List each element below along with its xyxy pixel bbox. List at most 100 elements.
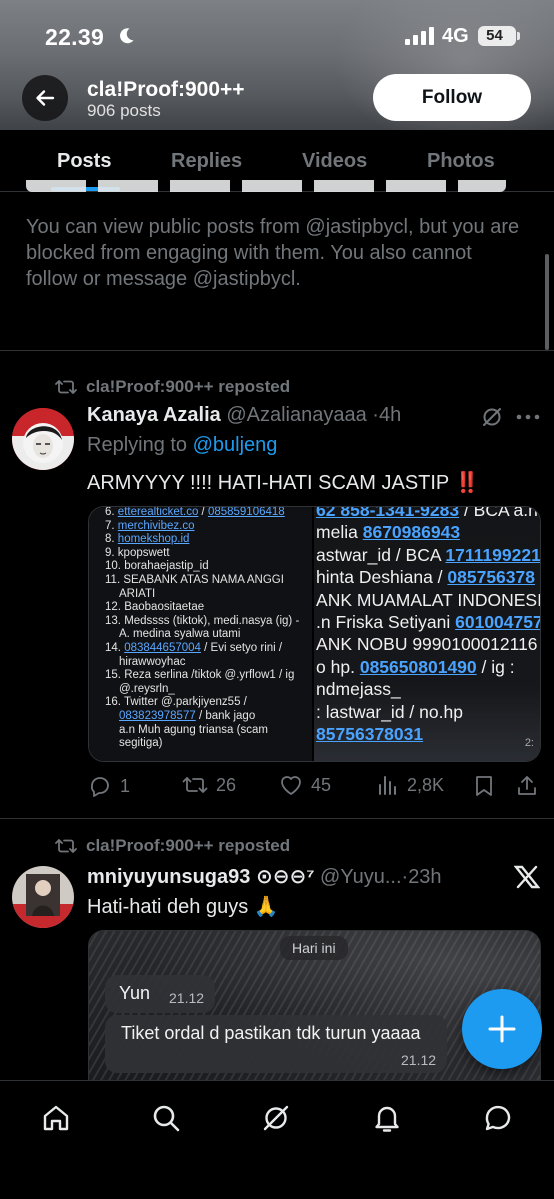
media-text-line: ARIATI xyxy=(105,588,308,602)
media-text-line: ANK NOBU 9990100012116 xyxy=(316,633,540,655)
media-text-fragment: 15. xyxy=(105,669,125,682)
media-text-fragment: / bank jago xyxy=(195,709,256,722)
post-author[interactable]: mniyuyunsuga93 ⊙⊖⊖⁷ @Yuyu...·23h xyxy=(87,864,442,889)
like-count: 45 xyxy=(311,774,332,795)
compose-button[interactable] xyxy=(462,989,542,1069)
profile-header: 22.39 4G 54 cla!Proof:900++ 906 posts Fo… xyxy=(0,0,554,130)
media-text-fragment: segitiga) xyxy=(119,737,163,750)
media-text-fragment: 9. xyxy=(105,546,118,559)
media-text-line: 85756378031 xyxy=(316,723,540,745)
media-text-fragment: hirawwoyhac xyxy=(119,655,186,668)
grok-icon[interactable] xyxy=(480,405,504,429)
media-text-fragment: / ig : xyxy=(476,656,515,677)
media-text-fragment: ANK MUAMALAT INDONESIA xyxy=(316,589,540,610)
repost-icon xyxy=(55,380,77,394)
media-text-line: ndmejass_ xyxy=(316,678,540,700)
nav-home[interactable] xyxy=(39,1101,73,1135)
share-icon[interactable] xyxy=(516,775,538,797)
media-text-line: 9. kpopswett xyxy=(105,547,308,561)
section-divider xyxy=(0,350,554,351)
reply-icon xyxy=(90,777,109,797)
back-button[interactable] xyxy=(22,75,68,121)
repost-button[interactable]: 26 xyxy=(182,774,236,796)
media-text-line: 12. Baobaositaetae xyxy=(105,601,308,615)
views-button[interactable]: 2,8K xyxy=(377,774,444,796)
tab-videos[interactable]: Videos xyxy=(302,150,367,173)
post-author[interactable]: Kanaya Azalia @Azalianayaaa ·4h xyxy=(87,404,401,427)
bottom-navigation xyxy=(0,1080,554,1199)
reply-button[interactable]: 1 xyxy=(88,774,130,798)
chat-bubble: Yun 21.12 xyxy=(105,975,215,1013)
tab-posts[interactable]: Posts xyxy=(57,150,111,173)
repost-indicator: cla!Proof:900++ reposted xyxy=(55,377,290,397)
media-text-fragment: o hp. xyxy=(316,656,360,677)
media-text-fragment: A. medina syalwa utami xyxy=(119,628,241,641)
post-media-grid[interactable]: 6. etterealticket.co / 085859106418 7. me… xyxy=(88,506,541,762)
avatar[interactable] xyxy=(12,866,74,928)
media-text-fragment: 085859106418 xyxy=(207,507,285,518)
media-text-line: : lastwar_id / no.hp xyxy=(316,701,540,723)
view-count: 2,8K xyxy=(407,774,445,795)
like-button[interactable]: 45 xyxy=(279,774,331,796)
nav-notifications[interactable] xyxy=(370,1101,404,1135)
media-text-fragment: 8670986943 xyxy=(362,522,461,543)
x-logo-icon[interactable] xyxy=(514,865,540,889)
media-image-right[interactable]: 62 858-1341-9283 / BCA a.n melia 86709869… xyxy=(314,507,540,761)
author-display-name: mniyuyunsuga93 xyxy=(87,866,251,888)
battery-nub xyxy=(517,32,520,40)
repost-count: 26 xyxy=(216,774,237,795)
media-text-fragment: / Evi setyo rini / xyxy=(200,641,283,654)
media-text-fragment: 6. xyxy=(105,507,118,518)
media-text-line: 6. etterealticket.co / 085859106418 xyxy=(105,507,308,520)
nav-search[interactable] xyxy=(149,1101,183,1135)
chat-bubble: Tiket ordal d pastikan tdk turun yaaaa 2… xyxy=(105,1015,447,1073)
media-text-line: astwar_id / BCA 1711199221 xyxy=(316,544,540,566)
media-text-line: hinta Deshiana / 085756378 xyxy=(316,566,540,588)
media-text-fragment: 85756378031 xyxy=(316,724,424,745)
media-text-fragment: Medssss (tiktok), medi.nasya (ig) - xyxy=(124,614,300,627)
avatar-image xyxy=(12,408,74,470)
arrow-left-icon xyxy=(36,90,55,106)
chat-message-text: Tiket ordal d pastikan tdk turun yaaaa xyxy=(121,1023,421,1043)
bookmark-icon[interactable] xyxy=(474,775,494,797)
media-text-line: segitiga) xyxy=(105,737,308,751)
media-text-fragment: 083823978577 xyxy=(119,709,196,722)
post-actions: 1 26 45 2,8K xyxy=(88,774,544,800)
dot-separator: · xyxy=(372,404,379,426)
tab-replies[interactable]: Replies xyxy=(171,150,242,173)
media-text-line: 16. Twitter @.parkjiyenz55 / xyxy=(105,696,308,710)
more-options-icon[interactable] xyxy=(516,414,540,420)
media-text-fragment: merchivibez.co xyxy=(117,519,195,532)
reply-count: 1 xyxy=(120,775,131,796)
blocked-heading-clipped xyxy=(26,180,506,192)
media-image-left[interactable]: 6. etterealticket.co / 085859106418 7. me… xyxy=(89,507,313,761)
notifications-icon xyxy=(375,1106,399,1132)
home-icon xyxy=(43,1105,69,1131)
chat-date-chip: Hari ini xyxy=(280,936,348,960)
post-time: 4h xyxy=(378,404,402,426)
nav-grok[interactable] xyxy=(259,1101,293,1135)
replying-mention[interactable]: @buljeng xyxy=(193,434,278,456)
media-text-fragment: ARIATI xyxy=(119,587,156,600)
media-text-line: a.n Muh agung triansa (scam xyxy=(105,724,308,738)
profile-name: cla!Proof:900++ xyxy=(87,78,245,101)
author-display-name: Kanaya Azalia xyxy=(87,404,221,426)
tab-photos[interactable]: Photos xyxy=(427,150,495,173)
nav-messages[interactable] xyxy=(481,1101,515,1135)
media-text-fragment: 7. xyxy=(105,519,118,532)
media-text-line: 7. merchivibez.co xyxy=(105,520,308,534)
avatar[interactable] xyxy=(12,408,74,470)
media-text-line: 62 858-1341-9283 / BCA a.n xyxy=(316,507,540,521)
plus-icon xyxy=(488,1015,516,1043)
media-text-line: o hp. 085650801490 / ig : xyxy=(316,656,540,678)
media-text-fragment: borahaejastip_id xyxy=(124,560,209,573)
signal-icon xyxy=(405,27,434,45)
media-text-line: @.reysrln_ xyxy=(105,683,308,697)
scam-list-text-right: 62 858-1341-9283 / BCA a.n melia 86709869… xyxy=(314,507,540,745)
media-text-fragment: Twitter @.parkjiyenz55 / xyxy=(123,696,247,709)
follow-button[interactable]: Follow xyxy=(373,74,531,121)
media-text-line: 10. borahaejastip_id xyxy=(105,560,308,574)
scrollbar[interactable] xyxy=(545,254,549,350)
media-text-fragment: ndmejass_ xyxy=(316,679,401,700)
media-corner-label: 2: xyxy=(524,737,534,749)
